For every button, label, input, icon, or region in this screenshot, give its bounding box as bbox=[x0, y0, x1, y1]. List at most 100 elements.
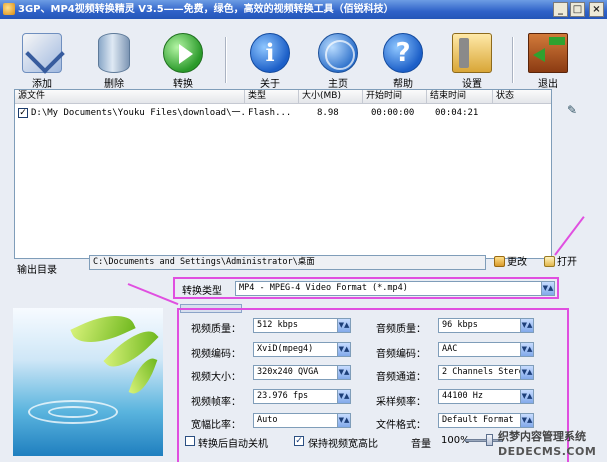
column-header-source[interactable]: 源文件 bbox=[15, 90, 245, 104]
trash-can-icon bbox=[98, 33, 130, 73]
audio-quality-label: 音频质量： bbox=[376, 324, 426, 335]
row-type: Flash... bbox=[248, 108, 292, 118]
output-dir-field[interactable]: C:\Documents and Settings\Administrator\… bbox=[89, 255, 486, 270]
video-codec-value: XviD(mpeg4) bbox=[257, 344, 314, 354]
add-button[interactable]: 添加 bbox=[16, 33, 68, 90]
sample-rate-select[interactable]: 44100 Hz ▼▲ bbox=[438, 389, 534, 404]
video-codec-label: 视频编码： bbox=[191, 349, 241, 360]
about-button[interactable]: i 关于 bbox=[244, 33, 296, 90]
column-header-type[interactable]: 类型 bbox=[245, 90, 299, 104]
globe-icon bbox=[318, 33, 358, 73]
column-header-status[interactable]: 状态 bbox=[493, 90, 551, 104]
chevron-down-icon[interactable]: ▼▲ bbox=[337, 343, 350, 356]
video-size-value: 320x240 QVGA bbox=[257, 367, 319, 377]
delete-label: 删除 bbox=[104, 79, 124, 90]
convert-type-value: MP4 - MPEG-4 Video Format (*.mp4) bbox=[239, 283, 408, 293]
audio-channels-label: 音频通道： bbox=[376, 372, 426, 383]
convert-type-label: 转换类型 bbox=[182, 286, 222, 297]
play-icon bbox=[163, 33, 203, 73]
add-label: 添加 bbox=[32, 79, 52, 90]
sample-rate-label: 采样频率： bbox=[376, 397, 426, 408]
change-dir-button[interactable]: 更改 bbox=[494, 255, 527, 271]
row-file-path: D:\My Documents\Youku Files\download\一..… bbox=[31, 108, 245, 118]
volume-label: 音量 bbox=[411, 439, 431, 450]
video-size-select[interactable]: 320x240 QVGA ▼▲ bbox=[253, 365, 351, 380]
watermark-url: DEDECMS.COM bbox=[498, 445, 597, 458]
maximize-button[interactable]: □ bbox=[570, 2, 585, 17]
settings-tools-icon bbox=[452, 33, 492, 73]
file-list[interactable]: 源文件 类型 大小(MB) 开始时间 结束时间 状态 ✓ D:\My Docum… bbox=[14, 89, 552, 259]
video-framerate-label: 视频帧率： bbox=[191, 397, 241, 408]
audio-channels-select[interactable]: 2 Channels Stereo ▼▲ bbox=[438, 365, 534, 380]
main-window: 添加 删除 转换 i 关于 主页 ? 帮助 设置 退出 源文件 类型 大小(MB… bbox=[0, 19, 607, 462]
open-dir-button[interactable]: 打开 bbox=[544, 255, 577, 271]
row-size: 8.98 bbox=[317, 108, 339, 118]
settings-button[interactable]: 设置 bbox=[446, 33, 498, 90]
chevron-down-icon[interactable]: ▼▲ bbox=[337, 366, 350, 379]
sample-rate-value: 44100 Hz bbox=[442, 391, 483, 401]
chevron-down-icon[interactable]: ▼▲ bbox=[337, 319, 350, 332]
help-label: 帮助 bbox=[393, 79, 413, 90]
row-checkbox[interactable]: ✓ bbox=[18, 108, 28, 118]
audio-codec-select[interactable]: AAC ▼▲ bbox=[438, 342, 534, 357]
preview-image bbox=[13, 308, 163, 456]
row-end-time: 00:04:21 bbox=[435, 108, 479, 118]
keep-aspect-label: 保持视频宽高比 bbox=[308, 439, 378, 450]
video-framerate-value: 23.976 fps bbox=[257, 391, 309, 401]
file-format-select[interactable]: Default Format ▼▲ bbox=[438, 413, 534, 428]
video-framerate-select[interactable]: 23.976 fps ▼▲ bbox=[253, 389, 351, 404]
auto-shutdown-label: 转换后自动关机 bbox=[198, 439, 268, 450]
leaf-shape bbox=[128, 354, 158, 398]
column-header-end[interactable]: 结束时间 bbox=[427, 90, 493, 104]
close-button[interactable]: × bbox=[589, 2, 604, 17]
aspect-ratio-select[interactable]: Auto ▼▲ bbox=[253, 413, 351, 428]
convert-type-highlight: 转换类型 MP4 - MPEG-4 Video Format (*.mp4) ▼… bbox=[173, 277, 559, 299]
file-format-label: 文件格式： bbox=[376, 420, 426, 431]
wrench-icon[interactable]: ✎ bbox=[567, 103, 579, 117]
chevron-down-icon[interactable]: ▼▲ bbox=[337, 414, 350, 427]
video-quality-value: 512 kbps bbox=[257, 320, 298, 330]
aspect-ratio-value: Auto bbox=[257, 415, 278, 425]
keep-aspect-checkbox[interactable]: ✓ bbox=[294, 436, 304, 446]
exit-button[interactable]: 退出 bbox=[522, 33, 574, 90]
water-ripple bbox=[48, 406, 98, 418]
convert-button[interactable]: 转换 bbox=[157, 33, 209, 90]
toolbar-separator bbox=[225, 37, 227, 83]
chevron-down-icon[interactable]: ▼▲ bbox=[541, 282, 554, 295]
home-button[interactable]: 主页 bbox=[312, 33, 364, 90]
video-quality-select[interactable]: 512 kbps ▼▲ bbox=[253, 318, 351, 333]
chevron-down-icon[interactable]: ▼▲ bbox=[520, 366, 533, 379]
video-codec-select[interactable]: XviD(mpeg4) ▼▲ bbox=[253, 342, 351, 357]
title-bar: 3GP、MP4视频转换精灵 V3.5——免费，绿色，高效的视频转换工具（佰锐科技… bbox=[0, 0, 607, 19]
audio-codec-label: 音频编码： bbox=[376, 349, 426, 360]
chevron-down-icon[interactable]: ▼▲ bbox=[520, 319, 533, 332]
chevron-down-icon[interactable]: ▼▲ bbox=[520, 390, 533, 403]
aspect-ratio-label: 宽幅比率： bbox=[191, 420, 241, 431]
chevron-down-icon[interactable]: ▼▲ bbox=[520, 414, 533, 427]
column-header-start[interactable]: 开始时间 bbox=[363, 90, 427, 104]
convert-type-select[interactable]: MP4 - MPEG-4 Video Format (*.mp4) ▼▲ bbox=[235, 281, 555, 296]
change-dir-label: 更改 bbox=[507, 257, 527, 268]
folder-add-icon bbox=[22, 33, 62, 73]
exit-label: 退出 bbox=[538, 79, 558, 90]
video-quality-label: 视频质量： bbox=[191, 324, 241, 335]
chevron-down-icon[interactable]: ▼▲ bbox=[520, 343, 533, 356]
video-size-label: 视频大小： bbox=[191, 372, 241, 383]
settings-label: 设置 bbox=[462, 79, 482, 90]
help-button[interactable]: ? 帮助 bbox=[377, 33, 429, 90]
chevron-down-icon[interactable]: ▼▲ bbox=[337, 390, 350, 403]
about-label: 关于 bbox=[260, 79, 280, 90]
folder-icon bbox=[494, 256, 505, 267]
column-header-size[interactable]: 大小(MB) bbox=[299, 90, 363, 104]
delete-button[interactable]: 删除 bbox=[88, 33, 140, 90]
open-folder-icon bbox=[544, 256, 555, 267]
audio-codec-value: AAC bbox=[442, 344, 458, 354]
toolbar-separator bbox=[512, 37, 514, 83]
audio-quality-select[interactable]: 96 kbps ▼▲ bbox=[438, 318, 534, 333]
minimize-button[interactable]: _ bbox=[553, 2, 568, 17]
watermark-text: 织梦内容管理系统 bbox=[498, 430, 586, 443]
auto-shutdown-checkbox[interactable] bbox=[185, 436, 195, 446]
volume-slider-handle[interactable] bbox=[486, 434, 493, 446]
row-status bbox=[495, 106, 551, 120]
table-row[interactable]: ✓ D:\My Documents\Youku Files\download\一… bbox=[15, 106, 551, 120]
